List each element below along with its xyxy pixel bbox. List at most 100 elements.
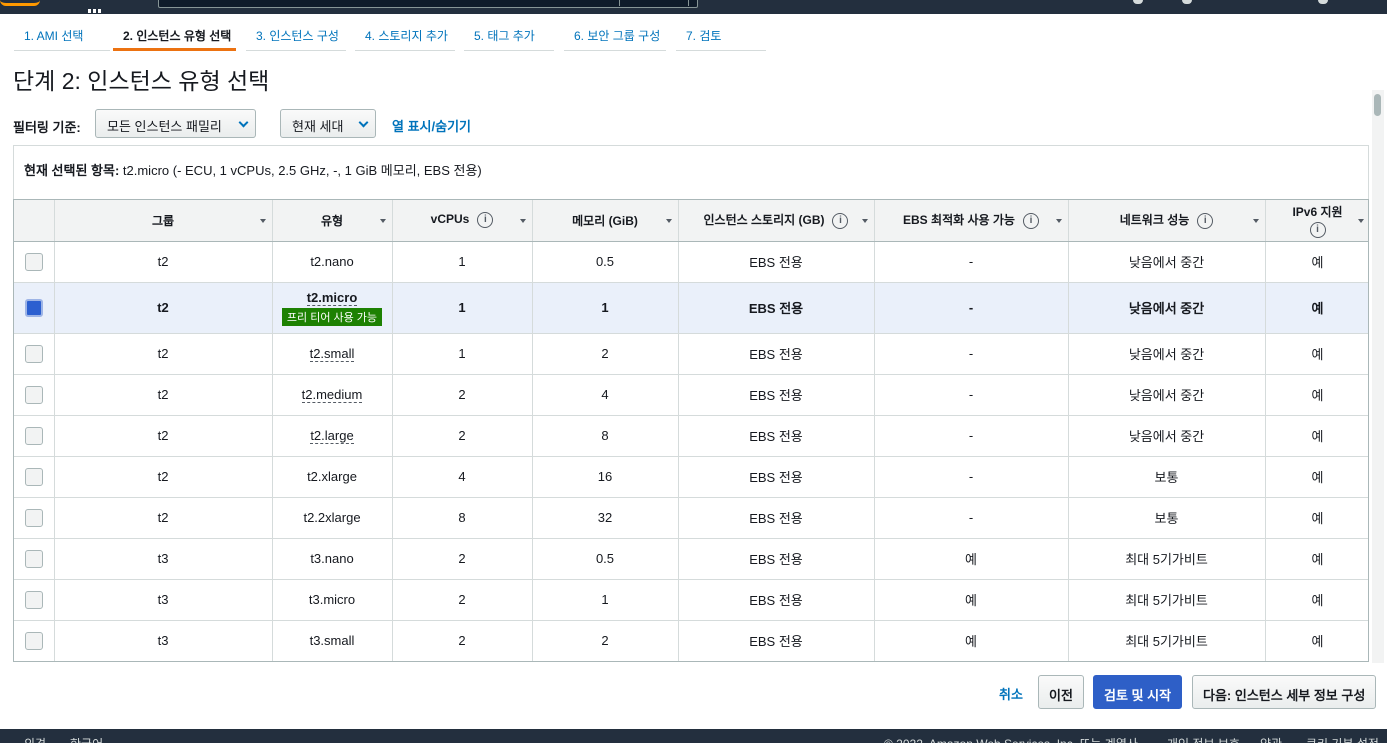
language-selector[interactable]: 한국어	[70, 735, 103, 743]
cell-network-text: 보통	[1154, 470, 1179, 485]
help-icon[interactable]	[1182, 0, 1192, 4]
row-select-cell[interactable]	[14, 456, 55, 498]
column-header-ebs-optimized[interactable]: EBS 최적화 사용 가능 i	[874, 200, 1069, 242]
support-icon[interactable]	[1318, 0, 1328, 4]
notifications-icon[interactable]	[1133, 0, 1143, 4]
cell-group-text: t2	[157, 428, 169, 443]
step-instance-type[interactable]: 2. 인스턴스 유형 선택	[113, 20, 236, 51]
cancel-button[interactable]: 취소	[999, 684, 1023, 703]
column-header-vcpus[interactable]: vCPUs i	[392, 200, 533, 242]
row-select-cell[interactable]	[14, 579, 55, 621]
table-row[interactable]: t2 t2.small 1 2 EBS 전용 - 낮음에서 중간 예	[14, 333, 1368, 375]
info-icon[interactable]: i	[832, 213, 849, 230]
info-icon[interactable]: i	[1022, 213, 1039, 230]
sort-icon[interactable]	[259, 219, 266, 223]
sort-icon[interactable]	[861, 219, 868, 223]
row-checkbox[interactable]	[24, 467, 43, 486]
table-row[interactable]: t3 t3.small 2 2 EBS 전용 예 최대 5기가비트 예	[14, 620, 1368, 661]
info-icon[interactable]: i	[1197, 213, 1214, 230]
row-checkbox[interactable]	[24, 631, 43, 650]
row-checkbox[interactable]	[24, 549, 43, 568]
cell-ebs-optimized: 예	[874, 538, 1069, 580]
step-configure-instance[interactable]: 3. 인스턴스 구성	[246, 20, 346, 51]
cell-network-text: 낮음에서 중간	[1128, 347, 1205, 362]
sort-icon[interactable]	[519, 219, 526, 223]
cell-type-text: t3.nano	[310, 551, 354, 566]
step-add-storage[interactable]: 4. 스토리지 추가	[355, 20, 455, 51]
row-checkbox[interactable]	[24, 426, 43, 445]
column-header-ipv6[interactable]: IPv6 지원 i	[1265, 200, 1368, 242]
services-grid-icon[interactable]	[88, 0, 104, 13]
generation-select[interactable]: 현재 세대	[280, 109, 376, 138]
cell-ebs-optimized: -	[874, 374, 1069, 416]
next-button[interactable]: 다음: 인스턴스 세부 정보 구성	[1192, 675, 1377, 709]
cell-type: t2.xlarge	[272, 456, 393, 498]
cell-storage: EBS 전용	[678, 456, 875, 498]
row-select-cell[interactable]	[14, 538, 55, 580]
cell-memory-text: 16	[597, 469, 613, 484]
step-ami[interactable]: 1. AMI 선택	[14, 20, 110, 51]
aws-logo[interactable]	[0, 0, 40, 6]
column-header-storage[interactable]: 인스턴스 스토리지 (GB) i	[678, 200, 875, 242]
search-input[interactable]	[158, 0, 698, 8]
sort-icon[interactable]	[1252, 219, 1259, 223]
row-select-cell[interactable]	[14, 415, 55, 457]
column-header-memory[interactable]: 메모리 (GiB)	[532, 200, 679, 242]
previous-button[interactable]: 이전	[1038, 675, 1084, 709]
cell-vcpus-text: 1	[458, 300, 466, 315]
row-select-cell[interactable]	[14, 497, 55, 539]
cell-storage-text: EBS 전용	[749, 511, 803, 526]
cell-memory-text: 2	[601, 633, 609, 648]
cell-memory-text: 0.5	[595, 254, 615, 269]
show-hide-columns-link[interactable]: 열 표시/숨기기	[392, 116, 471, 135]
sort-icon[interactable]	[379, 219, 386, 223]
row-checkbox[interactable]	[24, 385, 43, 404]
table-row[interactable]: t2 t2.micro 프리 티어 사용 가능 1 1 EBS 전용 - 낮음에서 중간 예	[14, 282, 1368, 334]
privacy-link[interactable]: 개인 정보 보호	[1167, 735, 1240, 743]
sort-icon[interactable]	[665, 219, 672, 223]
row-checkbox[interactable]	[24, 508, 43, 527]
table-row[interactable]: t2 t2.nano 1 0.5 EBS 전용 - 낮음에서 중간 예	[14, 241, 1368, 283]
table-row[interactable]: t2 t2.xlarge 4 16 EBS 전용 - 보통 예	[14, 456, 1368, 498]
row-select-cell[interactable]	[14, 333, 55, 375]
sort-icon[interactable]	[1055, 219, 1062, 223]
terms-link[interactable]: 약관	[1260, 735, 1282, 743]
row-checkbox[interactable]	[24, 252, 43, 271]
cell-memory: 0.5	[532, 538, 679, 580]
cell-memory: 16	[532, 456, 679, 498]
table-row[interactable]	[14, 661, 1369, 662]
info-icon[interactable]: i	[1309, 221, 1326, 238]
cell-type-text: t2.medium	[301, 387, 363, 403]
cell-storage: EBS 전용	[678, 374, 875, 416]
column-header-group[interactable]: 그룹	[54, 200, 273, 242]
row-select-cell[interactable]	[14, 282, 55, 334]
sort-icon[interactable]	[1357, 219, 1364, 223]
column-header-network[interactable]: 네트워크 성능 i	[1068, 200, 1266, 242]
step-review[interactable]: 7. 검토	[676, 20, 766, 51]
row-checkbox[interactable]	[24, 298, 43, 317]
step-add-tags[interactable]: 5. 태그 추가	[464, 20, 554, 51]
table-row[interactable]: t2 t2.large 2 8 EBS 전용 - 낮음에서 중간 예	[14, 415, 1368, 457]
row-select-cell[interactable]	[14, 374, 55, 416]
info-icon[interactable]: i	[477, 212, 494, 229]
row-checkbox[interactable]	[24, 590, 43, 609]
column-header-type[interactable]: 유형	[272, 200, 393, 242]
cell-memory-text: 1	[601, 592, 609, 607]
scrollbar[interactable]	[1372, 90, 1384, 663]
table-row[interactable]: t3 t3.nano 2 0.5 EBS 전용 예 최대 5기가비트 예	[14, 538, 1368, 580]
cell-ebs-optimized-text: -	[968, 254, 974, 269]
row-select-cell[interactable]	[14, 241, 55, 283]
cell-ebs-optimized-text: -	[968, 428, 974, 443]
cookie-preferences-link[interactable]: 쿠키 기본 설정	[1306, 735, 1379, 743]
table-row[interactable]: t3 t3.micro 2 1 EBS 전용 예 최대 5기가비트 예	[14, 579, 1368, 621]
table-row[interactable]: t2 t2.medium 2 4 EBS 전용 - 낮음에서 중간 예	[14, 374, 1368, 416]
step-security-group[interactable]: 6. 보안 그룹 구성	[564, 20, 666, 51]
scrollbar-thumb[interactable]	[1374, 94, 1381, 116]
shortcut-hint	[619, 0, 689, 6]
row-checkbox[interactable]	[24, 344, 43, 363]
table-row[interactable]: t2 t2.2xlarge 8 32 EBS 전용 - 보통 예	[14, 497, 1368, 539]
review-and-launch-button[interactable]: 검토 및 시작	[1093, 675, 1183, 709]
row-select-cell[interactable]	[14, 620, 55, 661]
feedback-link[interactable]: 의견	[24, 735, 46, 743]
instance-family-select[interactable]: 모든 인스턴스 패밀리	[95, 109, 256, 138]
